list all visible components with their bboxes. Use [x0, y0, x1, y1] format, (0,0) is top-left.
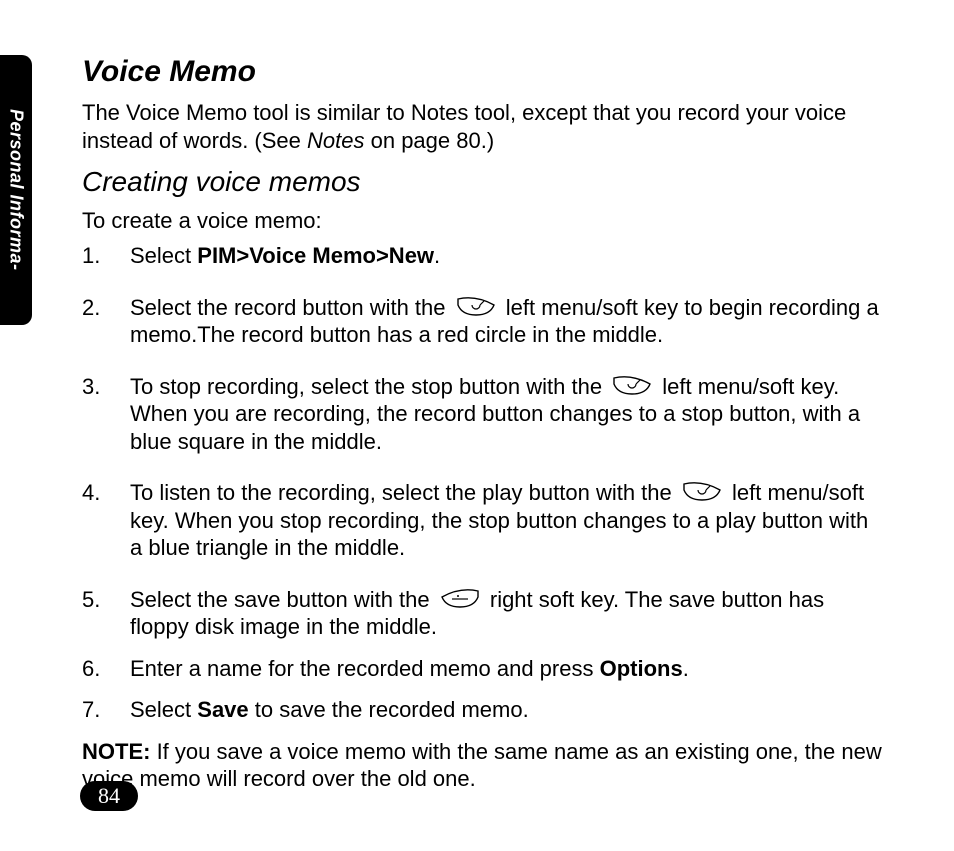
intro-text-2: on page 80.) — [365, 128, 495, 153]
left-softkey-icon — [456, 297, 496, 317]
right-softkey-icon — [440, 589, 480, 609]
steps-list: 1. Select PIM>Voice Memo>New. 2. Select … — [82, 242, 882, 724]
page-number: 84 — [98, 783, 120, 809]
note-text: If you save a voice memo with the same n… — [82, 739, 882, 792]
step-7-bold: Save — [197, 697, 248, 722]
note-paragraph: NOTE: If you save a voice memo with the … — [82, 738, 882, 793]
step-6: 6. Enter a name for the recorded memo an… — [82, 655, 882, 683]
step-4: 4. To listen to the recording, select th… — [82, 479, 882, 562]
step-body: To stop recording, select the stop butto… — [130, 373, 882, 456]
step-number: 5. — [82, 586, 130, 641]
step-body: Select the record button with the left m… — [130, 294, 882, 349]
step-body: Select the save button with the right so… — [130, 586, 882, 641]
step-body: Enter a name for the recorded memo and p… — [130, 655, 882, 683]
step-6-pre: Enter a name for the recorded memo and p… — [130, 656, 600, 681]
left-softkey-icon — [612, 376, 652, 396]
left-softkey-icon — [682, 482, 722, 502]
step-2: 2. Select the record button with the lef… — [82, 294, 882, 349]
intro-notes-ref: Notes — [307, 128, 364, 153]
step-7-pre: Select — [130, 697, 197, 722]
lead-text: To create a voice memo: — [82, 208, 882, 234]
step-3-pre: To stop recording, select the stop butto… — [130, 374, 608, 399]
step-number: 4. — [82, 479, 130, 562]
step-5: 5. Select the save button with the right… — [82, 586, 882, 641]
step-1: 1. Select PIM>Voice Memo>New. — [82, 242, 882, 270]
step-6-post: . — [683, 656, 689, 681]
step-body: Select Save to save the recorded memo. — [130, 696, 882, 724]
step-2-pre: Select the record button with the — [130, 295, 452, 320]
sidebar-label: Personal Informa- — [6, 109, 27, 271]
step-body: To listen to the recording, select the p… — [130, 479, 882, 562]
step-number: 7. — [82, 696, 130, 724]
sidebar-tab: Personal Informa- — [0, 55, 32, 325]
step-4-pre: To listen to the recording, select the p… — [130, 480, 678, 505]
step-number: 2. — [82, 294, 130, 349]
step-number: 1. — [82, 242, 130, 270]
step-1-pre: Select — [130, 243, 197, 268]
step-number: 3. — [82, 373, 130, 456]
step-body: Select PIM>Voice Memo>New. — [130, 242, 882, 270]
note-label: NOTE: — [82, 739, 150, 764]
step-1-post: . — [434, 243, 440, 268]
step-5-pre: Select the save button with the — [130, 587, 436, 612]
section-title: Voice Memo — [82, 55, 882, 89]
step-7-post: to save the recorded memo. — [249, 697, 529, 722]
page-number-badge: 84 — [80, 781, 138, 811]
subsection-title: Creating voice memos — [82, 166, 882, 198]
intro-paragraph: The Voice Memo tool is similar to Notes … — [82, 99, 882, 154]
step-3: 3. To stop recording, select the stop bu… — [82, 373, 882, 456]
step-number: 6. — [82, 655, 130, 683]
step-6-bold: Options — [600, 656, 683, 681]
menu-path: PIM>Voice Memo>New — [197, 243, 434, 268]
step-7: 7. Select Save to save the recorded memo… — [82, 696, 882, 724]
page-content: Voice Memo The Voice Memo tool is simila… — [82, 55, 882, 815]
